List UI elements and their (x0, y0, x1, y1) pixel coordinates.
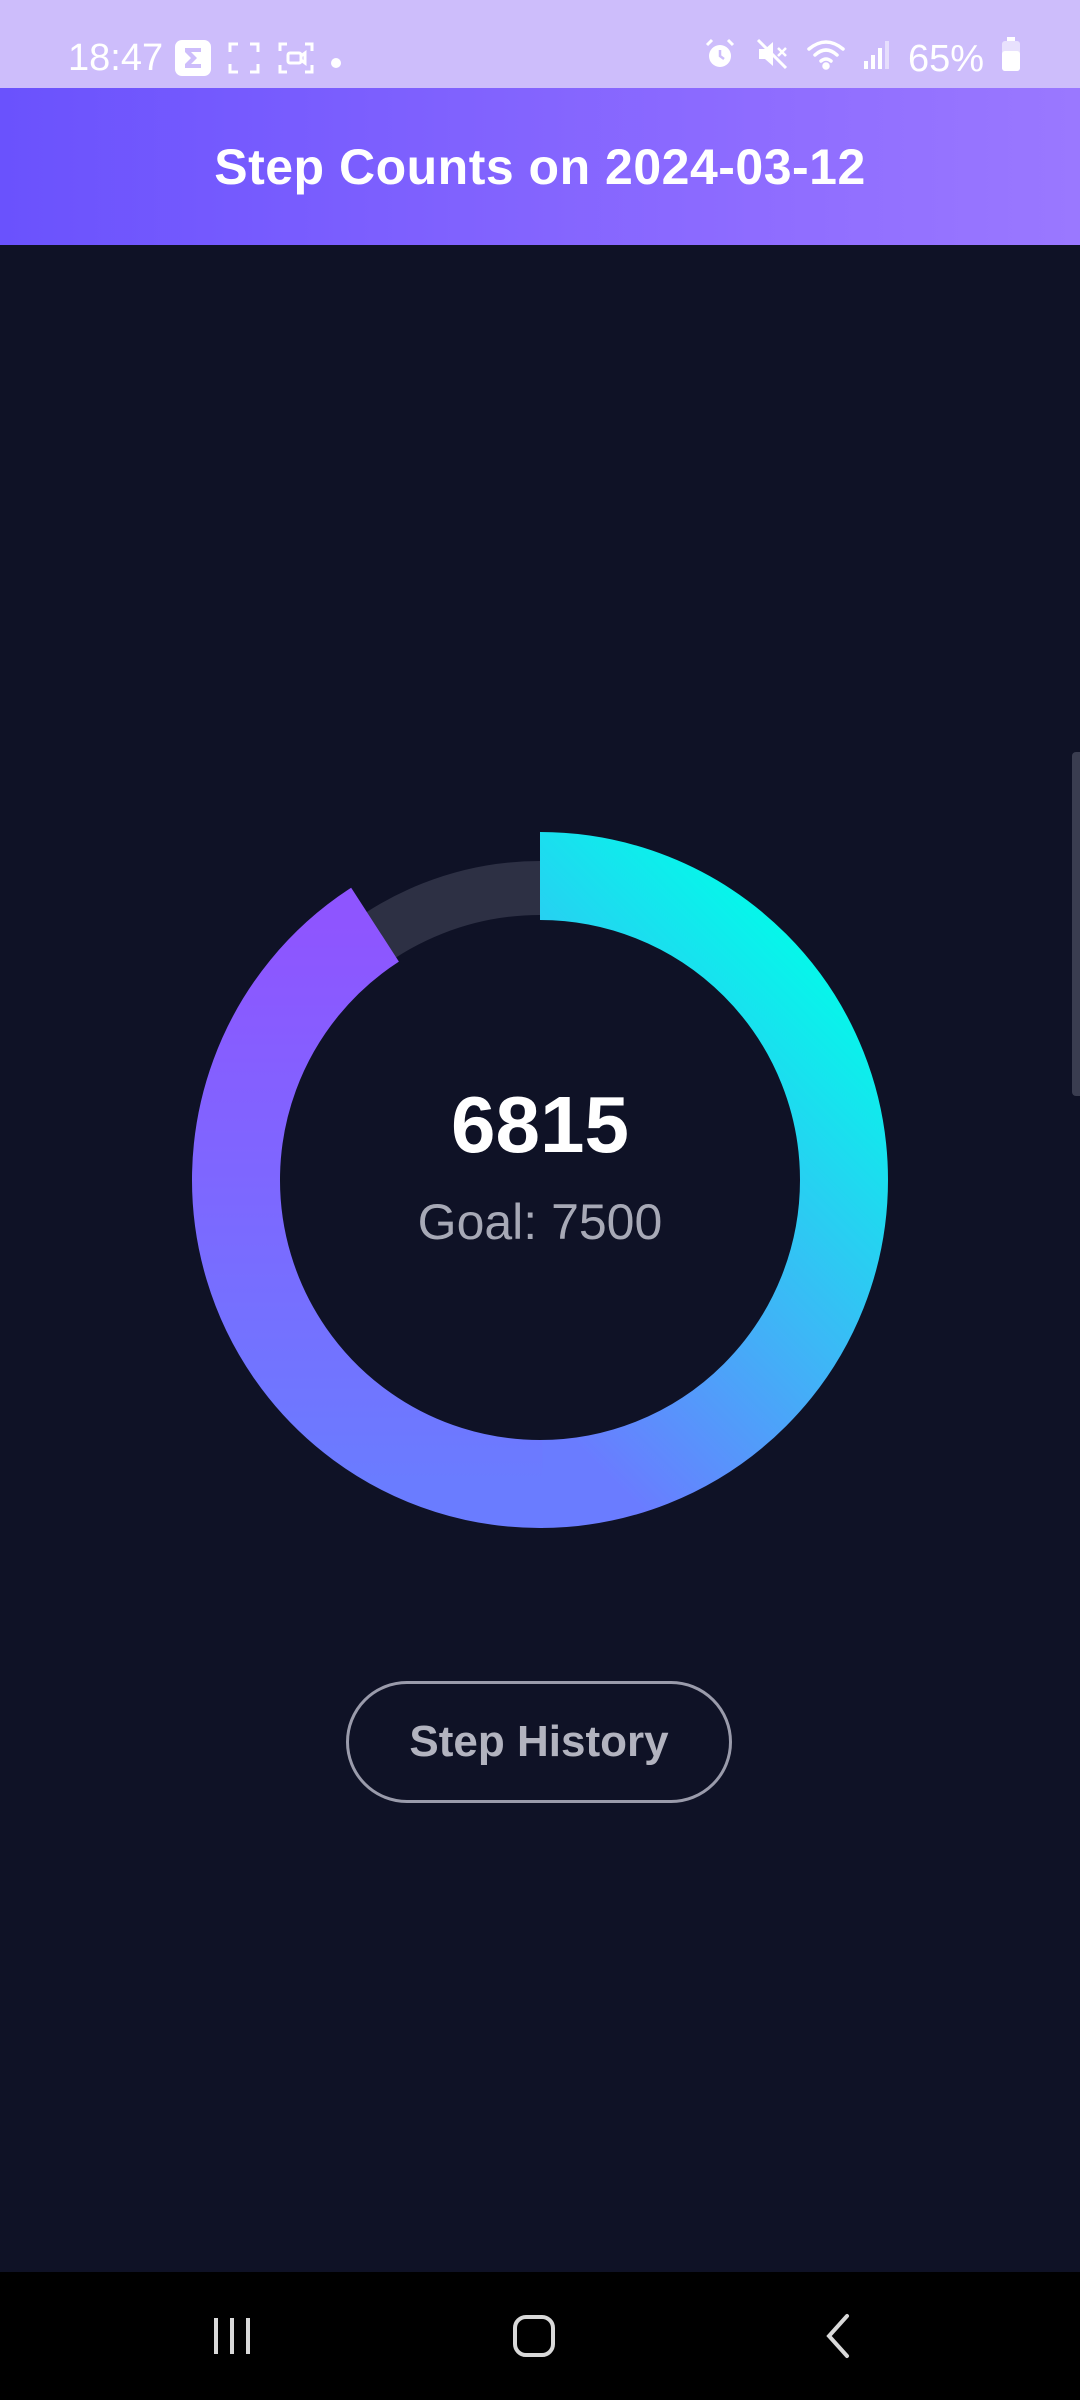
battery-percentage: 65% (907, 38, 984, 80)
back-button[interactable] (738, 2272, 938, 2400)
status-bar: 18:47 65% (0, 0, 1080, 88)
step-goal-label: Goal: 7500 (417, 1194, 663, 1250)
wifi-icon (806, 37, 846, 81)
notification-dot-icon (331, 58, 341, 68)
home-button[interactable] (434, 2272, 634, 2400)
battery-icon (1000, 36, 1022, 82)
sigma-app-icon (175, 40, 211, 86)
recent-apps-icon (214, 2318, 250, 2354)
step-progress-ring: 6815 Goal: 7500 (180, 820, 900, 1540)
home-icon (513, 2315, 555, 2357)
status-left-icons (175, 40, 341, 86)
recent-apps-button[interactable] (132, 2272, 332, 2400)
navigation-bar (0, 2272, 1080, 2400)
scroll-indicator[interactable] (1072, 752, 1080, 1096)
back-icon (826, 2314, 849, 2358)
status-time: 18:47 (68, 37, 164, 79)
signal-icon (862, 37, 892, 81)
ring-center: 6815 Goal: 7500 (180, 820, 900, 1540)
mute-icon (754, 36, 790, 82)
alarm-icon (702, 36, 738, 82)
screenshot-frame-icon (227, 41, 261, 85)
status-right-icons: 65% (702, 36, 1022, 82)
screen: 18:47 65% Step Counts on 2024-03-12 6815… (0, 0, 1080, 2400)
app-header: Step Counts on 2024-03-12 (0, 88, 1080, 245)
screen-record-icon (277, 41, 315, 85)
step-count-value: 6815 (451, 1080, 629, 1169)
step-history-button[interactable]: Step History (346, 1681, 732, 1803)
page-title: Step Counts on 2024-03-12 (214, 138, 866, 195)
